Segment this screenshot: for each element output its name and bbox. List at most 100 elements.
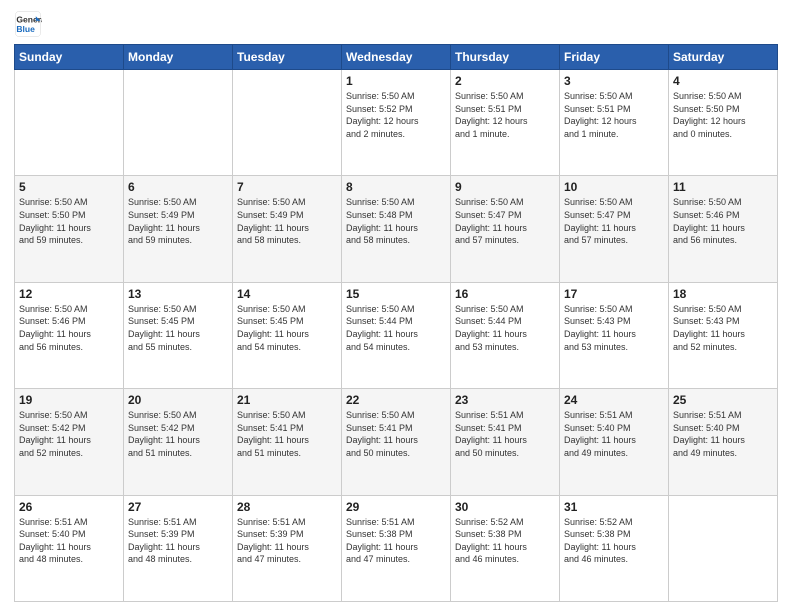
calendar-cell: 26 Sunrise: 5:51 AM Sunset: 5:40 PM Dayli…: [15, 495, 124, 601]
calendar-cell: 6 Sunrise: 5:50 AM Sunset: 5:49 PM Daylig…: [124, 176, 233, 282]
day-number: 2: [455, 74, 555, 88]
calendar-cell: 16 Sunrise: 5:50 AM Sunset: 5:44 PM Dayli…: [451, 282, 560, 388]
day-number: 27: [128, 500, 228, 514]
day-number: 11: [673, 180, 773, 194]
calendar-cell: 28 Sunrise: 5:51 AM Sunset: 5:39 PM Dayli…: [233, 495, 342, 601]
day-number: 25: [673, 393, 773, 407]
weekday-header-sunday: Sunday: [15, 45, 124, 70]
calendar-cell: 30Sunrise: 5:52 AM Sunset: 5:38 PM Dayli…: [451, 495, 560, 601]
calendar-cell: 14Sunrise: 5:50 AM Sunset: 5:45 PM Dayli…: [233, 282, 342, 388]
day-number: 12: [19, 287, 119, 301]
day-info: Sunrise: 5:50 AM Sunset: 5:46 PM Dayligh…: [19, 303, 119, 353]
calendar-cell: [15, 70, 124, 176]
calendar-cell: 31Sunrise: 5:52 AM Sunset: 5:38 PM Dayli…: [560, 495, 669, 601]
week-row-2: 5 Sunrise: 5:50 AM Sunset: 5:50 PM Daylig…: [15, 176, 778, 282]
day-info: Sunrise: 5:52 AM Sunset: 5:38 PM Dayligh…: [564, 516, 664, 566]
day-number: 24: [564, 393, 664, 407]
day-number: 5: [19, 180, 119, 194]
calendar-cell: 5 Sunrise: 5:50 AM Sunset: 5:50 PM Daylig…: [15, 176, 124, 282]
calendar-cell: 25 Sunrise: 5:51 AM Sunset: 5:40 PM Dayli…: [669, 389, 778, 495]
calendar-page: General Blue SundayMondayTuesdayWednesda…: [0, 0, 792, 612]
calendar-cell: 13 Sunrise: 5:50 AM Sunset: 5:45 PM Dayli…: [124, 282, 233, 388]
weekday-header-row: SundayMondayTuesdayWednesdayThursdayFrid…: [15, 45, 778, 70]
calendar-cell: 18 Sunrise: 5:50 AM Sunset: 5:43 PM Dayli…: [669, 282, 778, 388]
day-number: 18: [673, 287, 773, 301]
day-number: 15: [346, 287, 446, 301]
calendar-cell: 3Sunrise: 5:50 AM Sunset: 5:51 PM Daylig…: [560, 70, 669, 176]
day-number: 9: [455, 180, 555, 194]
day-info: Sunrise: 5:50 AM Sunset: 5:42 PM Dayligh…: [19, 409, 119, 459]
day-info: Sunrise: 5:50 AM Sunset: 5:51 PM Dayligh…: [455, 90, 555, 140]
logo-icon: General Blue: [14, 10, 42, 38]
calendar-cell: 7 Sunrise: 5:50 AM Sunset: 5:49 PM Daylig…: [233, 176, 342, 282]
calendar-cell: 21Sunrise: 5:50 AM Sunset: 5:41 PM Dayli…: [233, 389, 342, 495]
logo: General Blue: [14, 10, 42, 38]
day-number: 10: [564, 180, 664, 194]
day-number: 14: [237, 287, 337, 301]
day-number: 3: [564, 74, 664, 88]
calendar-cell: 20Sunrise: 5:50 AM Sunset: 5:42 PM Dayli…: [124, 389, 233, 495]
day-info: Sunrise: 5:50 AM Sunset: 5:43 PM Dayligh…: [564, 303, 664, 353]
day-info: Sunrise: 5:50 AM Sunset: 5:47 PM Dayligh…: [564, 196, 664, 246]
day-number: 22: [346, 393, 446, 407]
day-info: Sunrise: 5:50 AM Sunset: 5:52 PM Dayligh…: [346, 90, 446, 140]
day-number: 6: [128, 180, 228, 194]
day-number: 8: [346, 180, 446, 194]
calendar-cell: [233, 70, 342, 176]
day-number: 19: [19, 393, 119, 407]
day-info: Sunrise: 5:51 AM Sunset: 5:41 PM Dayligh…: [455, 409, 555, 459]
day-info: Sunrise: 5:51 AM Sunset: 5:40 PM Dayligh…: [673, 409, 773, 459]
day-info: Sunrise: 5:50 AM Sunset: 5:44 PM Dayligh…: [346, 303, 446, 353]
calendar-cell: 1 Sunrise: 5:50 AM Sunset: 5:52 PM Daylig…: [342, 70, 451, 176]
calendar-cell: 2 Sunrise: 5:50 AM Sunset: 5:51 PM Daylig…: [451, 70, 560, 176]
calendar-cell: 19 Sunrise: 5:50 AM Sunset: 5:42 PM Dayli…: [15, 389, 124, 495]
day-info: Sunrise: 5:50 AM Sunset: 5:47 PM Dayligh…: [455, 196, 555, 246]
weekday-header-monday: Monday: [124, 45, 233, 70]
calendar-cell: [669, 495, 778, 601]
day-info: Sunrise: 5:50 AM Sunset: 5:50 PM Dayligh…: [673, 90, 773, 140]
day-info: Sunrise: 5:50 AM Sunset: 5:44 PM Dayligh…: [455, 303, 555, 353]
day-info: Sunrise: 5:50 AM Sunset: 5:46 PM Dayligh…: [673, 196, 773, 246]
svg-text:Blue: Blue: [16, 24, 35, 34]
page-header: General Blue: [14, 10, 778, 38]
day-info: Sunrise: 5:50 AM Sunset: 5:50 PM Dayligh…: [19, 196, 119, 246]
day-info: Sunrise: 5:51 AM Sunset: 5:39 PM Dayligh…: [128, 516, 228, 566]
calendar-table: SundayMondayTuesdayWednesdayThursdayFrid…: [14, 44, 778, 602]
day-number: 16: [455, 287, 555, 301]
day-info: Sunrise: 5:51 AM Sunset: 5:40 PM Dayligh…: [564, 409, 664, 459]
day-info: Sunrise: 5:50 AM Sunset: 5:43 PM Dayligh…: [673, 303, 773, 353]
day-number: 30: [455, 500, 555, 514]
day-info: Sunrise: 5:50 AM Sunset: 5:49 PM Dayligh…: [237, 196, 337, 246]
day-number: 1: [346, 74, 446, 88]
day-info: Sunrise: 5:50 AM Sunset: 5:49 PM Dayligh…: [128, 196, 228, 246]
day-info: Sunrise: 5:50 AM Sunset: 5:45 PM Dayligh…: [128, 303, 228, 353]
day-number: 28: [237, 500, 337, 514]
calendar-cell: 27 Sunrise: 5:51 AM Sunset: 5:39 PM Dayli…: [124, 495, 233, 601]
day-number: 4: [673, 74, 773, 88]
day-info: Sunrise: 5:50 AM Sunset: 5:42 PM Dayligh…: [128, 409, 228, 459]
calendar-cell: 11 Sunrise: 5:50 AM Sunset: 5:46 PM Dayli…: [669, 176, 778, 282]
calendar-cell: 10 Sunrise: 5:50 AM Sunset: 5:47 PM Dayli…: [560, 176, 669, 282]
day-info: Sunrise: 5:51 AM Sunset: 5:39 PM Dayligh…: [237, 516, 337, 566]
calendar-cell: 24 Sunrise: 5:51 AM Sunset: 5:40 PM Dayli…: [560, 389, 669, 495]
calendar-cell: 22Sunrise: 5:50 AM Sunset: 5:41 PM Dayli…: [342, 389, 451, 495]
calendar-cell: 9 Sunrise: 5:50 AM Sunset: 5:47 PM Daylig…: [451, 176, 560, 282]
calendar-cell: 17 Sunrise: 5:50 AM Sunset: 5:43 PM Dayli…: [560, 282, 669, 388]
week-row-4: 19 Sunrise: 5:50 AM Sunset: 5:42 PM Dayli…: [15, 389, 778, 495]
calendar-cell: 29Sunrise: 5:51 AM Sunset: 5:38 PM Dayli…: [342, 495, 451, 601]
day-number: 17: [564, 287, 664, 301]
calendar-cell: 12 Sunrise: 5:50 AM Sunset: 5:46 PM Dayli…: [15, 282, 124, 388]
week-row-5: 26 Sunrise: 5:51 AM Sunset: 5:40 PM Dayli…: [15, 495, 778, 601]
day-number: 29: [346, 500, 446, 514]
day-number: 26: [19, 500, 119, 514]
week-row-1: 1 Sunrise: 5:50 AM Sunset: 5:52 PM Daylig…: [15, 70, 778, 176]
day-number: 7: [237, 180, 337, 194]
day-number: 21: [237, 393, 337, 407]
calendar-cell: 8Sunrise: 5:50 AM Sunset: 5:48 PM Daylig…: [342, 176, 451, 282]
calendar-cell: 4 Sunrise: 5:50 AM Sunset: 5:50 PM Daylig…: [669, 70, 778, 176]
weekday-header-thursday: Thursday: [451, 45, 560, 70]
day-number: 13: [128, 287, 228, 301]
calendar-cell: 15 Sunrise: 5:50 AM Sunset: 5:44 PM Dayli…: [342, 282, 451, 388]
calendar-cell: 23Sunrise: 5:51 AM Sunset: 5:41 PM Dayli…: [451, 389, 560, 495]
day-info: Sunrise: 5:51 AM Sunset: 5:40 PM Dayligh…: [19, 516, 119, 566]
